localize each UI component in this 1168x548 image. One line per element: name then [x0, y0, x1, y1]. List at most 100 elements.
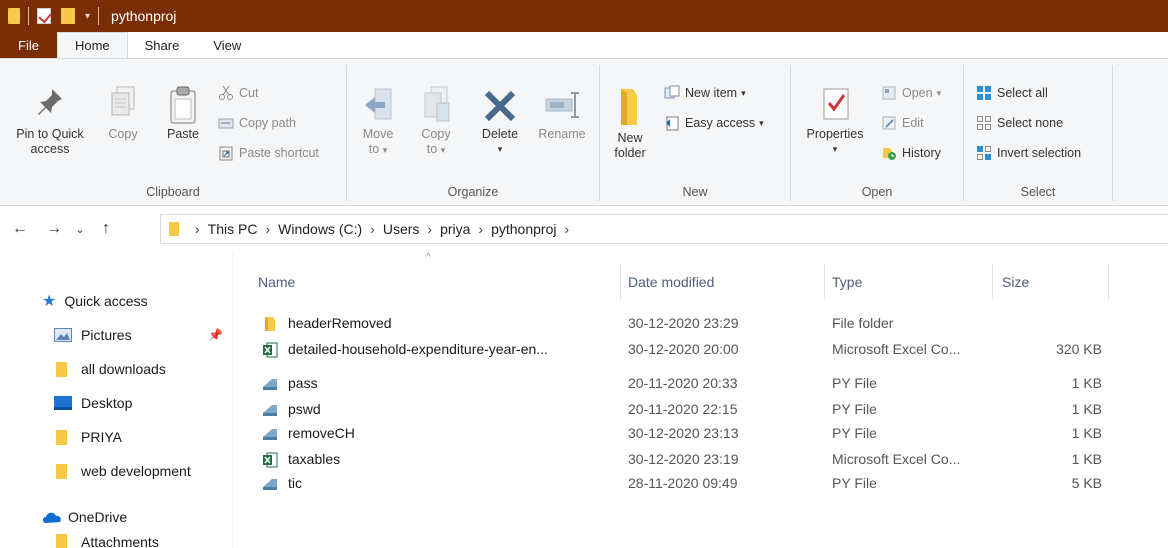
nav-item-priya[interactable]: PRIYA — [56, 424, 122, 450]
desktop-icon — [54, 396, 72, 410]
new-item-dropdown-icon: ▾ — [741, 87, 746, 98]
recent-locations-chevron-icon[interactable]: ⌄ — [68, 223, 92, 236]
file-size: 1 KB — [1071, 451, 1102, 467]
tab-view[interactable]: View — [196, 32, 258, 58]
folder-icon — [169, 222, 179, 236]
select-none-icon — [977, 116, 991, 130]
column-header-name[interactable]: Name — [258, 262, 295, 302]
new-item-icon — [664, 85, 680, 99]
file-date: 28-11-2020 09:49 — [628, 475, 738, 491]
window-title: pythonproj — [111, 8, 177, 24]
up-arrow-icon[interactable]: ↑ — [94, 220, 118, 238]
nav-onedrive[interactable]: OneDrive — [42, 504, 127, 530]
invert-selection-button[interactable]: Invert selection — [976, 145, 1081, 161]
file-name: taxables — [288, 451, 341, 467]
file-type: Microsoft Excel Co... — [832, 451, 961, 467]
chevron-right-icon[interactable]: › — [370, 221, 375, 237]
pictures-icon — [54, 328, 72, 342]
file-name: headerRemoved — [288, 315, 392, 331]
select-group: Select all Select none Invert selection … — [964, 59, 1112, 205]
column-header-date-modified[interactable]: Date modified — [628, 262, 714, 302]
file-size: 1 KB — [1071, 425, 1102, 441]
file-name: detailed-household-expenditure-year-en..… — [288, 341, 548, 357]
file-row[interactable]: taxables 30-12-2020 23:19 Microsoft Exce… — [252, 448, 1112, 472]
chevron-right-icon[interactable]: › — [195, 221, 200, 237]
breadcrumb-pythonproj[interactable]: pythonproj — [491, 221, 556, 237]
file-row[interactable]: pass 20-11-2020 20:33 PY File 1 KB — [252, 372, 1112, 396]
history-button[interactable]: History — [881, 145, 941, 161]
file-type: PY File — [832, 375, 877, 391]
edit-button[interactable]: Edit — [881, 115, 924, 131]
clipboard-group: Pin to Quick access Copy Paste Cut Copy … — [0, 59, 346, 205]
file-date: 20-11-2020 20:33 — [628, 375, 738, 391]
forward-arrow-icon[interactable]: → — [42, 220, 66, 238]
file-size: 1 KB — [1071, 375, 1102, 391]
navigation-bar: ← → ⌄ ↑ › This PC › Windows (C:) › Users… — [0, 212, 1168, 246]
nav-quick-access[interactable]: ★ Quick access — [42, 288, 148, 314]
select-all-button[interactable]: Select all — [976, 85, 1048, 101]
select-group-label: Select — [1020, 185, 1056, 199]
paste-shortcut-button[interactable]: Paste shortcut — [218, 145, 319, 161]
file-row[interactable]: detailed-household-expenditure-year-en..… — [252, 338, 1112, 362]
breadcrumb-priya[interactable]: priya — [440, 221, 470, 237]
new-folder-icon[interactable] — [61, 8, 75, 24]
chevron-right-icon[interactable]: › — [265, 221, 270, 237]
properties-button[interactable]: Properties ▾ — [799, 85, 871, 157]
nav-item-web-development[interactable]: web development — [56, 458, 191, 484]
file-row[interactable]: tic 28-11-2020 09:49 PY File 5 KB — [252, 472, 1112, 496]
open-dropdown-icon: ▾ — [936, 87, 942, 98]
new-group-label: New — [682, 185, 708, 199]
folder-icon — [56, 429, 67, 445]
column-header-type[interactable]: Type — [832, 262, 862, 302]
select-none-button[interactable]: Select none — [976, 115, 1063, 131]
file-size: 1 KB — [1071, 401, 1102, 417]
properties-checkmark-icon[interactable] — [37, 8, 51, 24]
copy-button[interactable]: Copy — [100, 85, 146, 142]
chevron-right-icon[interactable]: › — [564, 221, 569, 237]
breadcrumb-windows-c[interactable]: Windows (C:) — [278, 221, 362, 237]
tab-file[interactable]: File — [0, 32, 57, 58]
title-bar: ▾ pythonproj — [0, 0, 1168, 32]
column-header-size[interactable]: Size — [1002, 262, 1029, 302]
back-arrow-icon[interactable]: ← — [8, 220, 32, 238]
breadcrumb-this-pc[interactable]: This PC — [208, 221, 258, 237]
file-name: removeCH — [288, 425, 355, 441]
file-row[interactable]: headerRemoved 30-12-2020 23:29 File fold… — [252, 312, 1112, 336]
delete-button[interactable]: Delete ▾ — [473, 85, 527, 157]
copy-to-icon — [424, 86, 450, 122]
pin-to-quick-access-button[interactable]: Pin to Quick access — [6, 85, 94, 157]
chevron-right-icon[interactable]: › — [478, 221, 483, 237]
file-row[interactable]: removeCH 30-12-2020 23:13 PY File 1 KB — [252, 422, 1112, 446]
file-date: 30-12-2020 20:00 — [628, 341, 739, 357]
folder-icon — [56, 463, 67, 479]
new-folder-button[interactable]: New folder — [604, 85, 656, 161]
tab-share[interactable]: Share — [128, 32, 197, 58]
easy-access-button[interactable]: Easy access ▾ — [664, 115, 764, 131]
rename-button[interactable]: Rename — [533, 85, 591, 142]
move-to-button[interactable]: Move to ▾ — [355, 85, 401, 158]
copy-to-button[interactable]: Copy to ▾ — [413, 85, 459, 158]
navigation-pane: ★ Quick access Pictures 📌 all downloads … — [0, 270, 232, 548]
paste-button[interactable]: Paste — [158, 85, 208, 142]
new-item-button[interactable]: New item ▾ — [664, 85, 746, 101]
copy-path-button[interactable]: Copy path — [218, 115, 296, 131]
chevron-right-icon[interactable]: › — [427, 221, 432, 237]
nav-item-all-downloads[interactable]: all downloads — [56, 356, 166, 382]
file-type: File folder — [832, 315, 894, 331]
nav-item-pictures[interactable]: Pictures — [54, 322, 132, 348]
breadcrumb-users[interactable]: Users — [383, 221, 420, 237]
cut-button[interactable]: Cut — [218, 85, 258, 101]
address-bar[interactable]: › This PC › Windows (C:) › Users › priya… — [160, 214, 1168, 244]
file-type: PY File — [832, 425, 877, 441]
pinned-icon[interactable]: 📌 — [208, 328, 223, 342]
tab-home[interactable]: Home — [56, 32, 128, 58]
open-icon — [882, 86, 896, 100]
open-button[interactable]: Open ▾ — [881, 85, 941, 101]
nav-item-partial[interactable]: Attachments — [56, 534, 159, 548]
file-row[interactable]: pswd 20-11-2020 22:15 PY File 1 KB — [252, 398, 1112, 422]
organize-group: Move to ▾ Copy to ▾ Delete ▾ Rename Orga… — [347, 59, 599, 205]
nav-item-desktop[interactable]: Desktop — [54, 390, 132, 416]
py-file-icon — [263, 379, 277, 390]
customize-toolbar-dropdown-icon[interactable]: ▾ — [85, 11, 90, 22]
pin-icon — [38, 89, 62, 115]
